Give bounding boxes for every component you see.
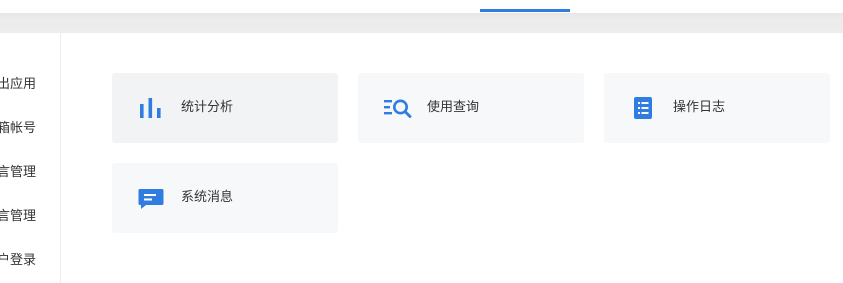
card-label: 统计分析	[181, 100, 234, 115]
card-label: 操作日志	[673, 100, 726, 115]
card-label: 系统消息	[181, 190, 234, 205]
sidebar-item-app[interactable]: 出应用	[0, 77, 36, 93]
card-operation-log[interactable]: 操作日志	[604, 73, 830, 143]
sidebar-item-message-management-1[interactable]: 言管理	[0, 165, 36, 181]
top-tab-bar	[0, 0, 843, 13]
list-search-icon	[384, 96, 412, 120]
bar-chart-icon	[138, 96, 164, 120]
card-system-message[interactable]: 系统消息	[112, 163, 338, 233]
divider-band	[0, 13, 843, 33]
card-label: 使用查询	[427, 100, 480, 115]
sidebar-item-mailbox-account[interactable]: 箱帐号	[0, 121, 36, 137]
card-statistics[interactable]: 统计分析	[112, 73, 338, 143]
log-list-icon	[630, 96, 656, 120]
sidebar: 出应用 箱帐号 言管理 言管理 户登录	[0, 33, 61, 283]
sidebar-item-message-management-2[interactable]: 言管理	[0, 209, 36, 225]
card-usage-query[interactable]: 使用查询	[358, 73, 584, 143]
message-icon	[138, 186, 164, 210]
active-tab-indicator	[480, 9, 570, 12]
sidebar-item-user-login[interactable]: 户登录	[0, 253, 36, 269]
